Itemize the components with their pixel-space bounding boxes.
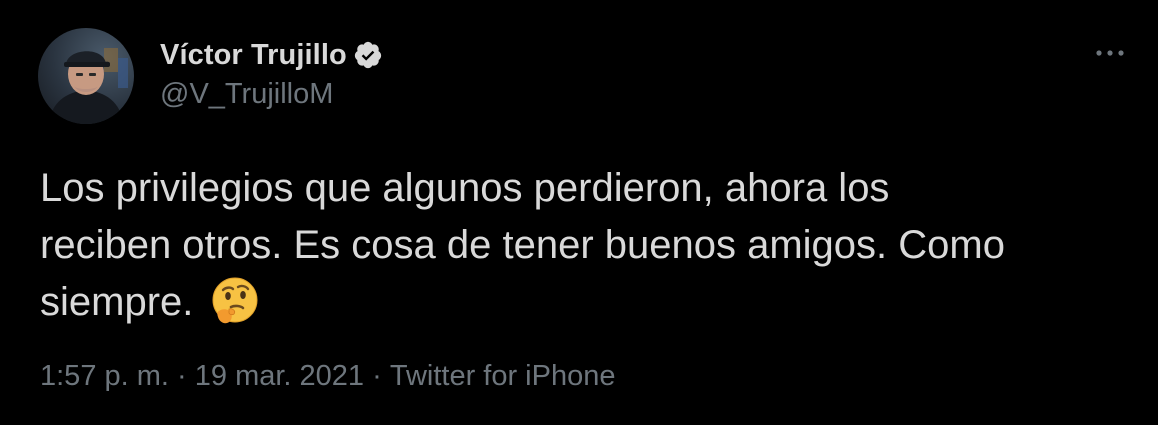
- avatar-image: [38, 28, 134, 124]
- tweet-time[interactable]: 1:57 p. m.: [40, 360, 169, 393]
- meta-separator: ·: [168, 360, 195, 392]
- verified-badge-icon: [353, 40, 383, 70]
- tweet-metadata: 1:57 p. m. · 19 mar. 2021 · Twitter for …: [40, 360, 615, 393]
- author-display-name[interactable]: Víctor Trujillo: [160, 39, 347, 72]
- tweet-text-line: siempre.: [40, 274, 1130, 331]
- tweet-text-line-3: siempre.: [40, 280, 194, 324]
- author-name-row[interactable]: Víctor Trujillo: [160, 36, 383, 74]
- meta-separator: ·: [364, 360, 390, 392]
- thinking-face-emoji-icon: [209, 275, 261, 327]
- tweet-text-line: Los privilegios que algunos perdieron, a…: [40, 166, 890, 210]
- author-handle[interactable]: @V_TrujilloM: [160, 78, 333, 111]
- tweet-date[interactable]: 19 mar. 2021: [195, 360, 364, 393]
- tweet-source[interactable]: Twitter for iPhone: [390, 360, 616, 393]
- tweet-text-line: reciben otros. Es cosa de tener buenos a…: [40, 223, 1005, 267]
- tweet: Víctor Trujillo @V_TrujilloM Los privile…: [0, 0, 1158, 425]
- avatar[interactable]: [38, 28, 134, 124]
- more-options-icon[interactable]: [1090, 40, 1130, 66]
- tweet-text: Los privilegios que algunos perdieron, a…: [40, 160, 1130, 331]
